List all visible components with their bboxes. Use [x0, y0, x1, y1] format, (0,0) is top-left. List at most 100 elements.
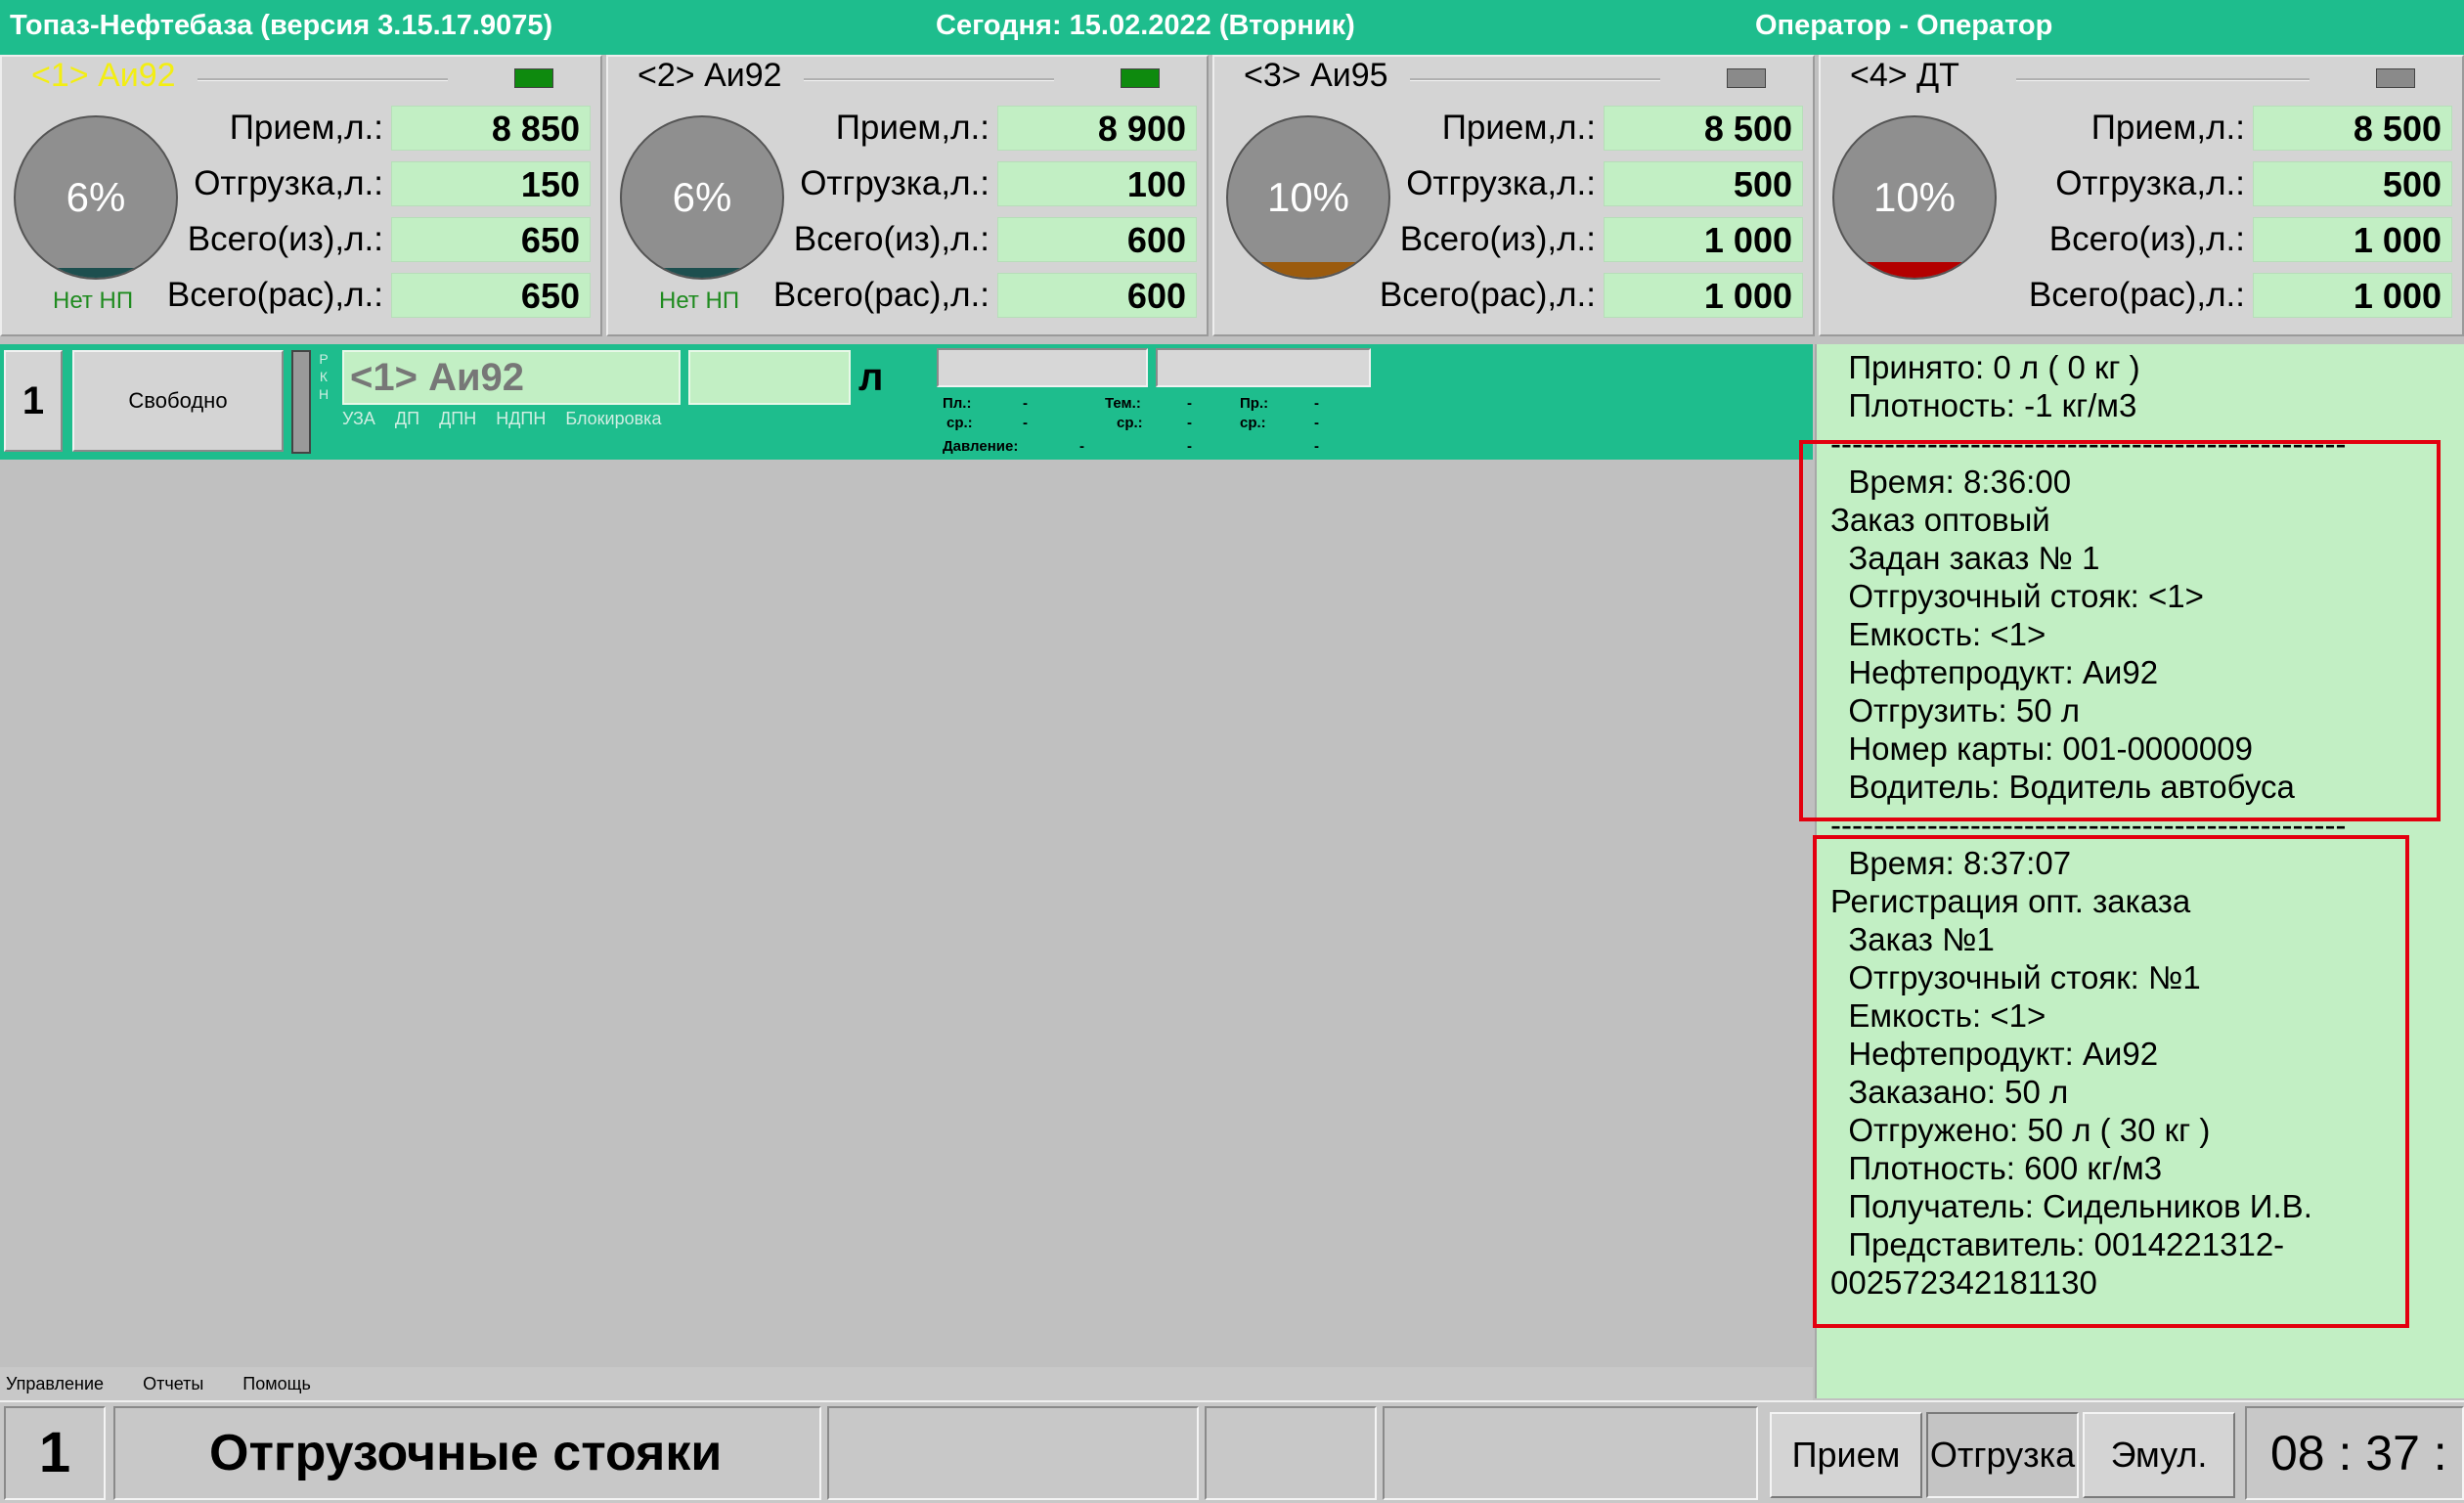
log-line: Отгрузочный стояк: №1	[1830, 959, 2201, 995]
tank-counter-row: Отгрузка,л.: 500	[1406, 161, 1803, 206]
receive-button[interactable]: Прием	[1770, 1412, 1922, 1498]
flag-dpn: ДПН	[439, 409, 477, 428]
tank-counter-value: 8 850	[391, 106, 591, 151]
label-tem: Тем.:	[1105, 395, 1141, 412]
tank-counter-label: Отгрузка,л.:	[194, 164, 383, 202]
post-volume-unit: л	[858, 356, 884, 399]
tank-counter-label: Всего(из),л.:	[793, 220, 990, 258]
tank-level-gauge: 10%	[1226, 115, 1390, 280]
log-line: Плотность: -1 кг/м3	[1830, 387, 2137, 423]
value-pl: -	[1023, 395, 1028, 412]
post-number[interactable]: 1	[4, 350, 63, 452]
log-line: Плотность: 600 кг/м3	[1830, 1150, 2163, 1186]
emulation-button[interactable]: Эмул.	[2083, 1412, 2235, 1498]
menu-item-help[interactable]: Помощь	[242, 1374, 311, 1394]
tank-product-status: Нет НП	[53, 287, 134, 314]
tank-counter-value: 600	[997, 217, 1197, 262]
log-line: Нефтепродукт: Аи92	[1830, 1036, 2159, 1072]
status-post-number: 1	[4, 1406, 106, 1500]
tank-level-percent: 6%	[66, 174, 126, 220]
tank-counter-label: Всего(рас),л.:	[166, 276, 383, 314]
tank-counter-value: 650	[391, 273, 591, 318]
tank-counter-value: 1 000	[1604, 273, 1803, 318]
log-line: Емкость: <1>	[1830, 616, 2046, 652]
tank-counter-value: 1 000	[2253, 273, 2452, 318]
log-line: Время: 8:37:07	[1830, 845, 2072, 881]
log-line: Отгрузочный стояк: <1>	[1830, 578, 2204, 614]
tank-counter-label: Всего(рас),л.:	[1379, 276, 1596, 314]
tank-status-led	[514, 68, 553, 88]
tank-counter-row: Отгрузка,л.: 500	[2055, 161, 2452, 206]
log-line: Получатель: Сидельников И.В.	[1830, 1188, 2312, 1224]
tank-panel-4[interactable]: <4> ДТ 10% Прием,л.: 8 500 Отгрузка,л.: …	[1819, 55, 2464, 336]
tank-counter-row: Прием,л.: 8 850	[230, 106, 591, 151]
tank-counter-row: Всего(рас),л.: 650	[167, 273, 591, 318]
label-pl: Пл.:	[943, 395, 972, 412]
post-state-button[interactable]: Свободно	[72, 350, 284, 452]
value-sr-3: -	[1314, 415, 1319, 431]
tank-counter-value: 150	[391, 161, 591, 206]
tank-counter-row: Отгрузка,л.: 100	[800, 161, 1197, 206]
event-log[interactable]: Принято: 0 л ( 0 кг ) Плотность: -1 кг/м…	[1799, 344, 2464, 1398]
shipment-button[interactable]: Отгрузка	[1926, 1412, 2079, 1498]
tank-level-percent: 10%	[1266, 174, 1350, 220]
tank-counter-label: Отгрузка,л.:	[800, 164, 990, 202]
log-line: Заказ оптовый	[1830, 502, 2050, 538]
tank-counter-label: Прием,л.:	[835, 109, 990, 147]
tank-counter-row: Всего(рас),л.: 1 000	[1380, 273, 1803, 318]
tank-counter-row: Прием,л.: 8 900	[836, 106, 1197, 151]
tank-title-rule	[198, 78, 448, 81]
label-pr: Пр.:	[1240, 395, 1269, 412]
log-line: Регистрация опт. заказа	[1830, 883, 2191, 919]
tank-counter-row: Прием,л.: 8 500	[2091, 106, 2452, 151]
status-screen-title: Отгрузочные стояки	[113, 1406, 821, 1500]
tank-counter-label: Всего(рас),л.:	[772, 276, 990, 314]
tank-panel-3[interactable]: <3> Аи95 10% Прием,л.: 8 500 Отгрузка,л.…	[1212, 55, 1815, 336]
current-operator: Оператор - Оператор	[1755, 10, 2053, 41]
log-line: Заказано: 50 л	[1830, 1074, 2069, 1110]
value-pressure-3: -	[1314, 438, 1319, 455]
post-level-indicator	[291, 350, 311, 454]
log-line: Отгружено: 50 л ( 30 кг )	[1830, 1112, 2211, 1148]
menu-item-reports[interactable]: Отчеты	[143, 1374, 203, 1394]
tank-title: <4> ДТ	[1850, 57, 1959, 94]
menu-item-control[interactable]: Управление	[6, 1374, 104, 1394]
tank-counter-value: 1 000	[1604, 217, 1803, 262]
status-cell-3	[1383, 1406, 1758, 1500]
flag-uza: УЗА	[342, 409, 375, 428]
value-sr-1: -	[1023, 415, 1028, 431]
tank-title: <3> Аи95	[1244, 57, 1388, 94]
post-rkn-labels: Р К Н	[317, 350, 330, 403]
tank-title: <1> Аи92	[31, 57, 176, 94]
tank-title-rule	[1410, 78, 1660, 81]
tank-panel-1[interactable]: <1> Аи92 6% Нет НП Прием,л.: 8 850 Отгру…	[0, 55, 602, 336]
current-date: Сегодня: 15.02.2022 (Вторник)	[936, 10, 1355, 41]
log-line: 002572342181130	[1830, 1264, 2097, 1301]
loading-post-1: 1 Свободно Р К Н <1> Аи92 л УЗА ДП ДПН Н…	[0, 344, 1813, 460]
post-flags: УЗА ДП ДПН НДПН Блокировка	[342, 409, 661, 429]
tank-counter-value: 100	[997, 161, 1197, 206]
post-volume-field[interactable]	[688, 350, 851, 405]
status-cell-2	[1205, 1406, 1377, 1500]
menu-bar: Управление Отчеты Помощь	[0, 1367, 1813, 1400]
status-cell-1	[827, 1406, 1199, 1500]
post-measure-box-1	[937, 348, 1148, 387]
tank-counter-label: Прием,л.:	[2090, 109, 2245, 147]
tank-status-led	[1727, 68, 1766, 88]
value-pr: -	[1314, 395, 1319, 412]
post-product-field[interactable]: <1> Аи92	[342, 350, 681, 405]
label-sr-2: ср.:	[1117, 415, 1143, 431]
tank-panel-2[interactable]: <2> Аи92 6% Нет НП Прием,л.: 8 900 Отгру…	[606, 55, 1209, 336]
log-separator: ----------------------------------------…	[1830, 807, 2347, 843]
tank-counter-label: Всего(рас),л.:	[2028, 276, 2245, 314]
value-pressure-2: -	[1187, 438, 1192, 455]
tank-counter-row: Всего(рас),л.: 600	[773, 273, 1197, 318]
log-line: Нефтепродукт: Аи92	[1830, 654, 2159, 690]
tank-counter-value: 650	[391, 217, 591, 262]
flag-dp: ДП	[394, 409, 420, 428]
tank-product-status: Нет НП	[659, 287, 740, 314]
tank-counter-label: Всего(из),л.:	[2048, 220, 2245, 258]
value-pressure: -	[1079, 438, 1084, 455]
log-line: Принято: 0 л ( 0 кг )	[1830, 349, 2140, 385]
log-line: Задан заказ № 1	[1830, 540, 2100, 576]
